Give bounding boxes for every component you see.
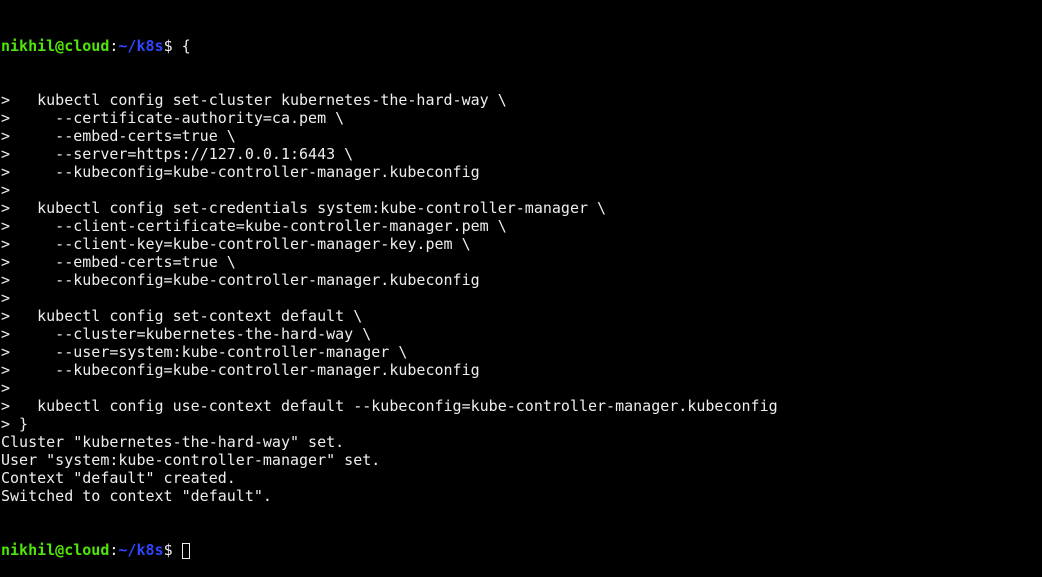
output-line: > bbox=[1, 181, 11, 199]
text-cursor bbox=[181, 543, 190, 559]
prompt-user-host: nikhil@cloud bbox=[1, 37, 110, 55]
prompt-separator: : bbox=[109, 541, 119, 559]
output-line: > bbox=[1, 289, 11, 307]
output-line: > --kubeconfig=kube-controller-manager.k… bbox=[1, 271, 480, 289]
output-line: Cluster "kubernetes-the-hard-way" set. bbox=[1, 433, 345, 451]
output-line: > kubectl config set-context default \ bbox=[1, 307, 363, 325]
prompt-user-host: nikhil@cloud bbox=[1, 541, 110, 559]
output-line: > --user=system:kube-controller-manager … bbox=[1, 343, 408, 361]
terminal[interactable]: nikhil@cloud:~/k8s$ { > kubectl config s… bbox=[0, 0, 1042, 577]
output-line: > --kubeconfig=kube-controller-manager.k… bbox=[1, 163, 480, 181]
prompt-line-active[interactable]: nikhil@cloud:~/k8s$ bbox=[1, 541, 1042, 559]
output-line: > --embed-certs=true \ bbox=[1, 253, 236, 271]
output-line: > --client-key=kube-controller-manager-k… bbox=[1, 235, 471, 253]
prompt-symbol: $ bbox=[163, 37, 173, 55]
output-line: > --embed-certs=true \ bbox=[1, 127, 236, 145]
terminal-output: > kubectl config set-cluster kubernetes-… bbox=[1, 91, 1042, 505]
prompt-path: ~/k8s bbox=[118, 541, 164, 559]
output-line: > kubectl config set-cluster kubernetes-… bbox=[1, 91, 507, 109]
output-line: > --certificate-authority=ca.pem \ bbox=[1, 109, 345, 127]
output-line: User "system:kube-controller-manager" se… bbox=[1, 451, 381, 469]
output-line: > bbox=[1, 379, 11, 397]
command-text: { bbox=[172, 37, 191, 55]
output-line: > --cluster=kubernetes-the-hard-way \ bbox=[1, 325, 372, 343]
output-line: Context "default" created. bbox=[1, 469, 236, 487]
output-line: > --server=https://127.0.0.1:6443 \ bbox=[1, 145, 354, 163]
prompt-symbol: $ bbox=[163, 541, 173, 559]
prompt-line: nikhil@cloud:~/k8s$ { bbox=[1, 37, 1042, 55]
output-line: > kubectl config set-credentials system:… bbox=[1, 199, 607, 217]
prompt-path: ~/k8s bbox=[118, 37, 164, 55]
output-line: > kubectl config use-context default --k… bbox=[1, 397, 778, 415]
output-line: Switched to context "default". bbox=[1, 487, 272, 505]
output-line: > --client-certificate=kube-controller-m… bbox=[1, 217, 507, 235]
output-line: > } bbox=[1, 415, 29, 433]
output-line: > --kubeconfig=kube-controller-manager.k… bbox=[1, 361, 480, 379]
